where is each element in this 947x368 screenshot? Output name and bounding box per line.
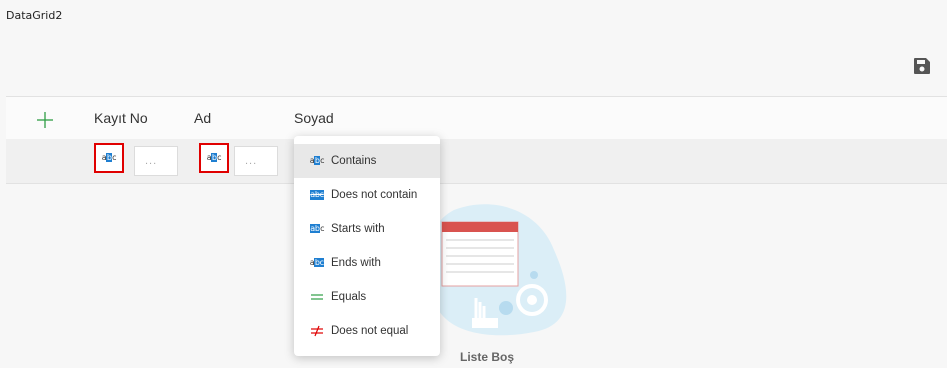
menu-item-label: Ends with <box>331 257 381 269</box>
save-button[interactable] <box>911 55 933 77</box>
ends-with-icon: abc <box>309 258 325 267</box>
filter-operator-button-ad[interactable]: abc <box>199 143 229 173</box>
filter-row: abc abc <box>6 139 947 184</box>
contains-icon: abc <box>206 153 222 162</box>
menu-item-starts-with[interactable]: abc Starts with <box>294 212 440 246</box>
menu-item-label: Starts with <box>331 223 385 235</box>
filter-operator-button-kayit-no[interactable]: abc <box>94 143 124 173</box>
plus-icon <box>37 112 53 128</box>
grid-header: Kayıt No Ad Soyad <box>6 96 947 140</box>
empty-list-text: Liste Boş <box>460 350 515 364</box>
column-header-ad[interactable]: Ad <box>194 110 211 126</box>
filter-operator-menu: abc Contains abc Does not contain abc St… <box>294 136 440 356</box>
not-equal-icon <box>309 325 325 337</box>
filter-input-ad[interactable] <box>234 146 278 176</box>
contains-icon: abc <box>309 156 325 165</box>
menu-item-equals[interactable]: Equals <box>294 280 440 314</box>
contains-icon: abc <box>101 153 117 162</box>
menu-item-does-not-contain[interactable]: abc Does not contain <box>294 178 440 212</box>
menu-item-label: Contains <box>331 155 377 167</box>
menu-item-contains[interactable]: abc Contains <box>294 144 440 178</box>
column-header-soyad[interactable]: Soyad <box>294 110 334 126</box>
starts-with-icon: abc <box>309 224 325 233</box>
menu-item-ends-with[interactable]: abc Ends with <box>294 246 440 280</box>
floppy-disk-icon <box>914 58 930 74</box>
add-row-button[interactable] <box>36 111 54 129</box>
menu-item-does-not-equal[interactable]: Does not equal <box>294 314 440 348</box>
column-header-kayit-no[interactable]: Kayıt No <box>94 110 148 126</box>
does-not-contain-icon: abc <box>309 190 325 200</box>
menu-item-label: Does not equal <box>331 325 409 337</box>
menu-item-label: Equals <box>331 291 367 303</box>
equals-icon <box>309 291 325 303</box>
filter-input-kayit-no[interactable] <box>134 146 178 176</box>
menu-item-label: Does not contain <box>331 189 418 201</box>
app-title: DataGrid2 <box>6 9 63 22</box>
